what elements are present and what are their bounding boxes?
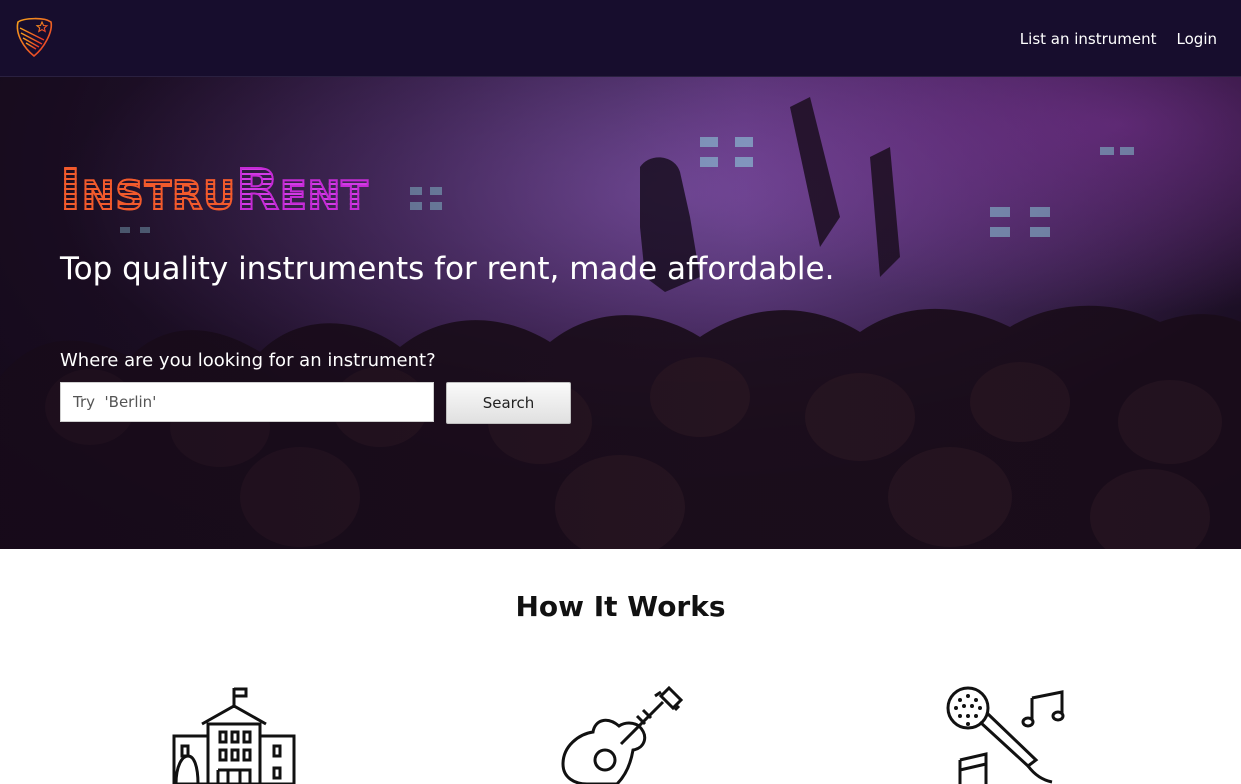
search-button[interactable]: Search (446, 382, 571, 424)
hero-section: InstruRent Top quality instruments for r… (0, 77, 1241, 549)
guitar-pick-logo-icon[interactable] (14, 16, 54, 58)
hero-tagline: Top quality instruments for rent, made a… (60, 251, 835, 287)
brand-logo: InstruRent (59, 158, 369, 223)
location-search-input[interactable] (60, 382, 434, 422)
hero-overlay (0, 77, 1241, 549)
search-label: Where are you looking for an instrument? (60, 350, 436, 371)
building-icon (172, 687, 296, 784)
nav-links: List an instrument Login (1020, 0, 1217, 77)
microphone-music-icon (946, 686, 1065, 784)
login-link[interactable]: Login (1177, 30, 1217, 48)
guitar-icon (561, 686, 683, 784)
how-it-works-title: How It Works (515, 590, 726, 623)
list-instrument-link[interactable]: List an instrument (1020, 30, 1157, 48)
brand-part-instru: Instru (59, 158, 236, 223)
navbar: List an instrument Login (0, 0, 1241, 77)
brand-part-rent: Rent (235, 158, 369, 223)
